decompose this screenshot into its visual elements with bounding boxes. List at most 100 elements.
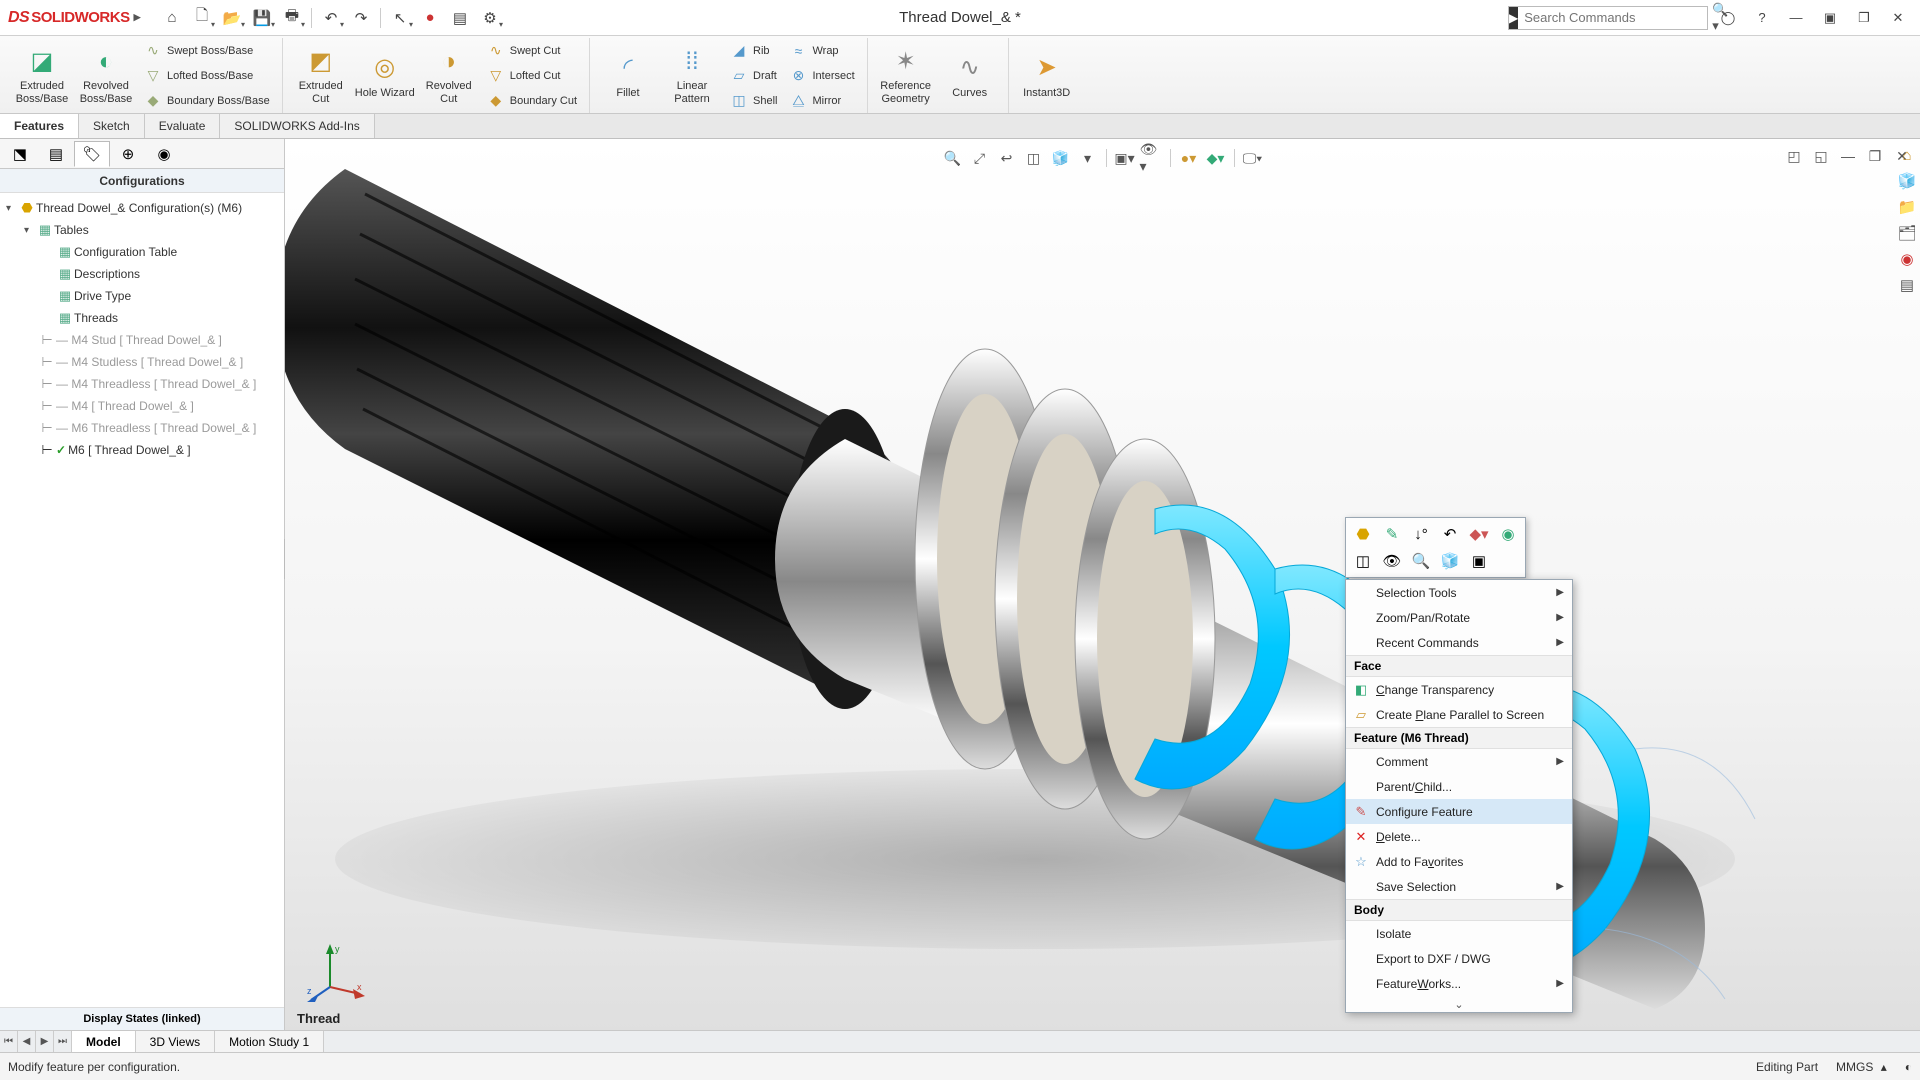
extruded-boss-button[interactable]: ◪Extruded Boss/Base (10, 43, 74, 107)
ctx-hide-icon[interactable]: 👁 (1379, 549, 1405, 573)
tree-drive-type[interactable]: ▦Drive Type (0, 285, 284, 307)
fm-tab-display[interactable]: ◉ (146, 141, 182, 167)
menu-expand-icon[interactable]: ⌄ (1346, 996, 1572, 1012)
mirror-button[interactable]: ⧋Mirror (783, 89, 860, 113)
taskpane-design-library-icon[interactable]: 📁 (1896, 195, 1918, 219)
ctx-isolate-icon[interactable]: 🧊 (1437, 549, 1463, 573)
revolved-boss-button[interactable]: ◐Revolved Boss/Base (74, 43, 138, 107)
bottom-tab-3d-views[interactable]: 3D Views (136, 1031, 215, 1052)
tree-root[interactable]: ▾⬣Thread Dowel_& Configuration(s) (M6) (0, 197, 284, 219)
save-icon[interactable]: 💾 (248, 6, 276, 30)
menu-comment[interactable]: Comment▶ (1346, 749, 1572, 774)
tree-cfg-m4-studless[interactable]: ⊢— M4 Studless [ Thread Dowel_& ] (0, 351, 284, 373)
tab-sketch[interactable]: Sketch (79, 114, 145, 138)
taskpane-resources-icon[interactable]: 🧊 (1896, 169, 1918, 193)
tree-tables[interactable]: ▾▦Tables (0, 219, 284, 241)
extruded-cut-button[interactable]: ◩Extruded Cut (289, 43, 353, 107)
fm-tab-feature-tree[interactable]: ⬔ (2, 141, 38, 167)
layout1-icon[interactable]: ▣ (1816, 6, 1844, 30)
menu-featureworks[interactable]: FeatureWorks...▶ (1346, 971, 1572, 996)
tab-evaluate[interactable]: Evaluate (145, 114, 221, 138)
ref-geometry-button[interactable]: ✶Reference Geometry (874, 43, 938, 107)
ctx-edit-sketch-icon[interactable]: ✎ (1379, 522, 1405, 546)
undo-icon[interactable]: ↶ (317, 6, 345, 30)
tree-threads[interactable]: ▦Threads (0, 307, 284, 329)
user-icon[interactable]: ◯ (1714, 6, 1742, 30)
menu-recent-commands[interactable]: Recent Commands▶ (1346, 630, 1572, 655)
file-props-icon[interactable]: ▤ (446, 6, 474, 30)
logo-menu-arrow[interactable]: ▶ (134, 12, 140, 23)
open-icon[interactable]: 📂 (218, 6, 246, 30)
taskpane-view-palette-icon[interactable]: ◉ (1896, 247, 1918, 271)
wrap-button[interactable]: ≈Wrap (783, 39, 860, 63)
redo-icon[interactable]: ↷ (347, 6, 375, 30)
tab-addins[interactable]: SOLIDWORKS Add-Ins (220, 114, 374, 138)
taskpane-home-icon[interactable]: ⌂ (1896, 143, 1918, 167)
new-icon[interactable]: 🗋 (188, 6, 216, 30)
options-icon[interactable]: ⚙ (476, 6, 504, 30)
bottom-tab-model[interactable]: Model (72, 1031, 136, 1052)
ctx-body-icon[interactable]: ▣ (1466, 549, 1492, 573)
tab-nav-first-icon[interactable]: ⏮ (0, 1031, 18, 1052)
tab-nav-last-icon[interactable]: ⏭ (54, 1031, 72, 1052)
intersect-button[interactable]: ⊗Intersect (783, 64, 860, 88)
tab-nav-next-icon[interactable]: ▶ (36, 1031, 54, 1052)
menu-export-dxf[interactable]: Export to DXF / DWG (1346, 946, 1572, 971)
fm-tab-dimxpert[interactable]: ⊕ (110, 141, 146, 167)
rebuild-icon[interactable]: ● (416, 6, 444, 30)
ctx-rollback-icon[interactable]: ↶ (1437, 522, 1463, 546)
view-triad[interactable]: y x z (305, 942, 365, 1002)
instant3d-button[interactable]: ➤Instant3D (1015, 50, 1079, 102)
shell-button[interactable]: ◫Shell (724, 89, 783, 113)
draft-button[interactable]: ▱Draft (724, 64, 783, 88)
status-units[interactable]: MMGS ▴ (1836, 1060, 1887, 1074)
menu-delete[interactable]: ✕Delete... (1346, 824, 1572, 849)
restore-icon[interactable]: ❐ (1850, 6, 1878, 30)
tree-cfg-m6-active[interactable]: ⊢✓M6 [ Thread Dowel_& ] (0, 439, 284, 461)
taskpane-appearances-icon[interactable]: ▤ (1896, 273, 1918, 297)
tree-cfg-m4[interactable]: ⊢— M4 [ Thread Dowel_& ] (0, 395, 284, 417)
help-icon[interactable]: ? (1748, 6, 1776, 30)
tab-nav-prev-icon[interactable]: ◀ (18, 1031, 36, 1052)
menu-change-transparency[interactable]: ◧Change Transparency (1346, 677, 1572, 702)
lofted-cut-button[interactable]: ▽Lofted Cut (481, 64, 583, 88)
print-icon[interactable]: 🖶 (278, 6, 306, 30)
search-input[interactable] (1518, 10, 1706, 25)
select-icon[interactable]: ↖ (386, 6, 414, 30)
ctx-edit-feature-icon[interactable]: ⬣ (1350, 522, 1376, 546)
menu-selection-tools[interactable]: Selection Tools▶ (1346, 580, 1572, 605)
menu-add-favorites[interactable]: ☆Add to Favorites (1346, 849, 1572, 874)
menu-zoom-pan-rotate[interactable]: Zoom/Pan/Rotate▶ (1346, 605, 1572, 630)
ctx-material-icon[interactable]: ◉ (1495, 522, 1521, 546)
command-search[interactable]: ▶ 🔍▾ (1508, 6, 1708, 30)
menu-create-plane[interactable]: ▱Create Plane Parallel to Screen (1346, 702, 1572, 727)
ctx-normal-to-icon[interactable]: ◫ (1350, 549, 1376, 573)
tree-cfg-m4-threadless[interactable]: ⊢— M4 Threadless [ Thread Dowel_& ] (0, 373, 284, 395)
ctx-zoom-selection-icon[interactable]: 🔍 (1408, 549, 1434, 573)
minimize-icon[interactable]: — (1782, 6, 1810, 30)
menu-parent-child[interactable]: Parent/Child... (1346, 774, 1572, 799)
fm-tab-property[interactable]: ▤ (38, 141, 74, 167)
swept-cut-button[interactable]: ∿Swept Cut (481, 39, 583, 63)
swept-boss-button[interactable]: ∿Swept Boss/Base (138, 39, 276, 63)
ctx-appearance-icon[interactable]: ◆▾ (1466, 522, 1492, 546)
fillet-button[interactable]: ◜Fillet (596, 50, 660, 102)
linear-pattern-button[interactable]: ⁞⁞Linear Pattern (660, 43, 724, 107)
ctx-suppress-icon[interactable]: ↓° (1408, 522, 1434, 546)
home-icon[interactable]: ⌂ (158, 6, 186, 30)
tree-cfg-m6-threadless[interactable]: ⊢— M6 Threadless [ Thread Dowel_& ] (0, 417, 284, 439)
tree-descriptions[interactable]: ▦Descriptions (0, 263, 284, 285)
revolved-cut-button[interactable]: ◑Revolved Cut (417, 43, 481, 107)
bottom-tab-motion-study[interactable]: Motion Study 1 (215, 1031, 324, 1052)
hole-wizard-button[interactable]: ◎Hole Wizard (353, 50, 417, 102)
boundary-cut-button[interactable]: ◆Boundary Cut (481, 89, 583, 113)
taskpane-file-explorer-icon[interactable]: 🗂 (1896, 221, 1918, 245)
curves-button[interactable]: ∿Curves (938, 50, 1002, 102)
close-icon[interactable]: ✕ (1884, 6, 1912, 30)
tree-config-table[interactable]: ▦Configuration Table (0, 241, 284, 263)
tree-cfg-m4-stud[interactable]: ⊢— M4 Stud [ Thread Dowel_& ] (0, 329, 284, 351)
menu-save-selection[interactable]: Save Selection▶ (1346, 874, 1572, 899)
menu-configure-feature[interactable]: ✎Configure Feature (1346, 799, 1572, 824)
rib-button[interactable]: ◢Rib (724, 39, 783, 63)
menu-isolate[interactable]: Isolate (1346, 921, 1572, 946)
